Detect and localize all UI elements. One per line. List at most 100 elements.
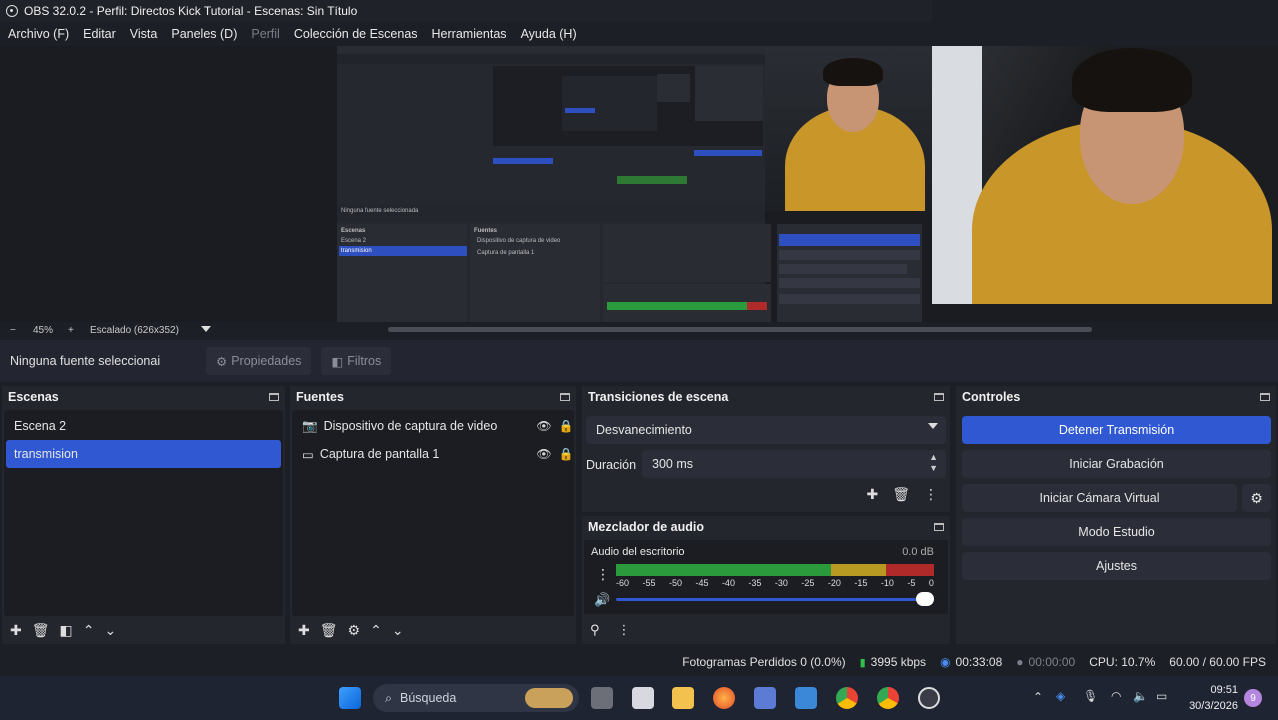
search-highlight-image	[525, 688, 573, 708]
gear-icon: ⚙	[216, 354, 228, 369]
move-down-icon[interactable]: ⌄	[392, 622, 404, 639]
source-properties-icon[interactable]: ⚙	[348, 622, 361, 639]
taskbar-search[interactable]: ⌕ Búsqueda	[373, 684, 579, 712]
camera-icon: 📷	[302, 418, 318, 433]
mixer-title: Mezclador de audio	[588, 520, 704, 534]
app-icon[interactable]	[754, 687, 776, 709]
stream-time: 00:33:08	[955, 655, 1003, 669]
add-transition-icon[interactable]: ✚	[866, 486, 878, 503]
transition-select[interactable]: Desvanecimiento	[586, 416, 946, 444]
undock-icon[interactable]	[560, 393, 570, 401]
obs-logo-icon	[6, 5, 18, 17]
undock-icon[interactable]	[269, 393, 279, 401]
move-up-icon[interactable]: ⌃	[370, 622, 382, 639]
source-item-screen-capture[interactable]: ▭ Captura de pantalla 1 👁 🔒	[292, 440, 574, 468]
file-explorer-icon[interactable]	[672, 687, 694, 709]
stop-streaming-button[interactable]: Detener Transmisión	[962, 416, 1271, 444]
filters-button[interactable]: ◧ Filtros	[321, 347, 392, 375]
menu-bar: Archivo (F) Editar Vista Paneles (D) Per…	[0, 22, 932, 46]
remove-transition-icon[interactable]: 🗑	[892, 486, 910, 503]
source-item-video-capture[interactable]: 📷 Dispositivo de captura de video 👁 🔒	[292, 412, 574, 440]
transition-value: Desvanecimiento	[596, 423, 692, 437]
wifi-icon[interactable]: ◠	[1111, 689, 1121, 703]
tray-app-icon[interactable]: ◈	[1056, 689, 1065, 703]
remove-scene-icon[interactable]: 🗑	[32, 622, 50, 639]
start-virtual-camera-button[interactable]: Iniciar Cámara Virtual	[962, 484, 1237, 512]
zoom-in-button[interactable]: +	[68, 325, 74, 336]
windows-start-icon[interactable]	[339, 687, 361, 709]
add-source-icon[interactable]: ✚	[298, 622, 310, 639]
task-view-icon[interactable]	[591, 687, 613, 709]
properties-label: Propiedades	[231, 354, 302, 368]
visibility-eye-icon[interactable]: 👁	[536, 419, 552, 433]
mixer-menu-icon[interactable]: ⋮	[618, 622, 631, 638]
add-scene-icon[interactable]: ✚	[10, 622, 22, 639]
menu-coleccion-escenas[interactable]: Colección de Escenas	[294, 27, 418, 41]
monitor-icon: ▭	[302, 447, 314, 462]
lock-icon[interactable]: 🔒	[558, 419, 574, 433]
undock-icon[interactable]	[1260, 393, 1270, 401]
snipping-tool-icon[interactable]	[632, 687, 654, 709]
meter-tick-label: -55	[642, 578, 656, 588]
scene-filters-icon[interactable]: ◧	[60, 622, 73, 639]
meter-tick-label: -35	[748, 578, 762, 588]
fps: 60.00 / 60.00 FPS	[1169, 655, 1266, 669]
notification-badge[interactable]: 9	[1244, 689, 1262, 707]
undock-icon[interactable]	[934, 523, 944, 531]
microphone-icon[interactable]: 🎙	[1083, 689, 1098, 703]
obs-taskbar-icon[interactable]	[918, 687, 940, 709]
menu-editar[interactable]: Editar	[83, 27, 116, 41]
properties-button[interactable]: ⚙ Propiedades	[206, 347, 312, 375]
scenes-title: Escenas	[8, 390, 59, 404]
menu-paneles[interactable]: Paneles (D)	[171, 27, 237, 41]
streaming-icon: ◉	[940, 655, 951, 669]
scene-item-transmision[interactable]: transmision	[6, 440, 281, 468]
battery-icon[interactable]: ▭	[1156, 689, 1167, 703]
undock-icon[interactable]	[934, 393, 944, 401]
menu-herramientas[interactable]: Herramientas	[432, 27, 507, 41]
photos-icon[interactable]	[795, 687, 817, 709]
menu-vista[interactable]: Vista	[130, 27, 158, 41]
meter-tick-label: 0	[928, 578, 934, 588]
lock-icon[interactable]: 🔒	[558, 447, 574, 461]
controls-dock: Controles Detener Transmisión Iniciar Gr…	[956, 386, 1276, 644]
spin-arrows-icon[interactable]: ▲ ▼	[929, 452, 938, 474]
chrome-icon[interactable]	[877, 687, 899, 709]
volume-icon[interactable]: 🔈	[1133, 689, 1148, 703]
virtual-camera-settings-gear-icon[interactable]: ⚙	[1242, 484, 1271, 512]
preview-canvas[interactable]: Ninguna fuente seleccionada Escenas Esce…	[0, 46, 1278, 322]
move-down-icon[interactable]: ⌄	[104, 622, 116, 639]
chevron-up-icon[interactable]: ⌃	[1033, 690, 1043, 704]
volume-slider-handle[interactable]	[916, 592, 934, 606]
menu-ayuda[interactable]: Ayuda (H)	[521, 27, 577, 41]
preview-scrollbar[interactable]	[388, 327, 1092, 332]
taskbar-clock[interactable]: 09:51 30/3/2026	[1189, 682, 1238, 714]
move-up-icon[interactable]: ⌃	[83, 622, 95, 639]
menu-archivo[interactable]: Archivo (F)	[8, 27, 69, 41]
speaker-icon[interactable]: 🔊	[594, 592, 610, 608]
chrome-icon[interactable]	[836, 687, 858, 709]
duration-spinbox[interactable]: 300 ms ▲ ▼	[642, 450, 946, 478]
scaling-dropdown-icon[interactable]	[201, 326, 211, 332]
scaling-label: Escalado (626x352)	[90, 324, 179, 336]
meter-tick-label: -25	[801, 578, 815, 588]
firefox-icon[interactable]	[713, 687, 735, 709]
remove-source-icon[interactable]: 🗑	[320, 622, 338, 639]
visibility-eye-icon[interactable]: 👁	[536, 447, 552, 461]
status-bar: Fotogramas Perdidos 0 (0.0%) ▮ 3995 kbps…	[0, 648, 1278, 676]
channel-name: Audio del escritorio	[591, 546, 685, 558]
volume-slider[interactable]	[616, 598, 934, 601]
scene-item-escena-2[interactable]: Escena 2	[6, 412, 281, 440]
channel-menu-icon[interactable]: ⋮	[596, 566, 610, 583]
start-recording-button[interactable]: Iniciar Grabación	[962, 450, 1271, 478]
advanced-audio-icon[interactable]: ⚲	[590, 622, 600, 638]
scenes-dock: Escenas Escena 2 transmision ✚ 🗑 ◧ ⌃ ⌄	[2, 386, 285, 644]
zoom-out-button[interactable]: −	[10, 325, 16, 336]
transitions-dock: Transiciones de escena Desvanecimiento D…	[582, 386, 950, 512]
settings-button[interactable]: Ajustes	[962, 552, 1271, 580]
meter-ticks: -60 -55 -50 -45 -40 -35 -30 -25 -20 -15 -10 -5 0	[616, 578, 934, 588]
menu-perfil[interactable]: Perfil	[251, 27, 279, 41]
more-options-icon[interactable]: ⋮	[924, 486, 938, 503]
studio-mode-button[interactable]: Modo Estudio	[962, 518, 1271, 546]
filter-icon: ◧	[331, 354, 344, 369]
